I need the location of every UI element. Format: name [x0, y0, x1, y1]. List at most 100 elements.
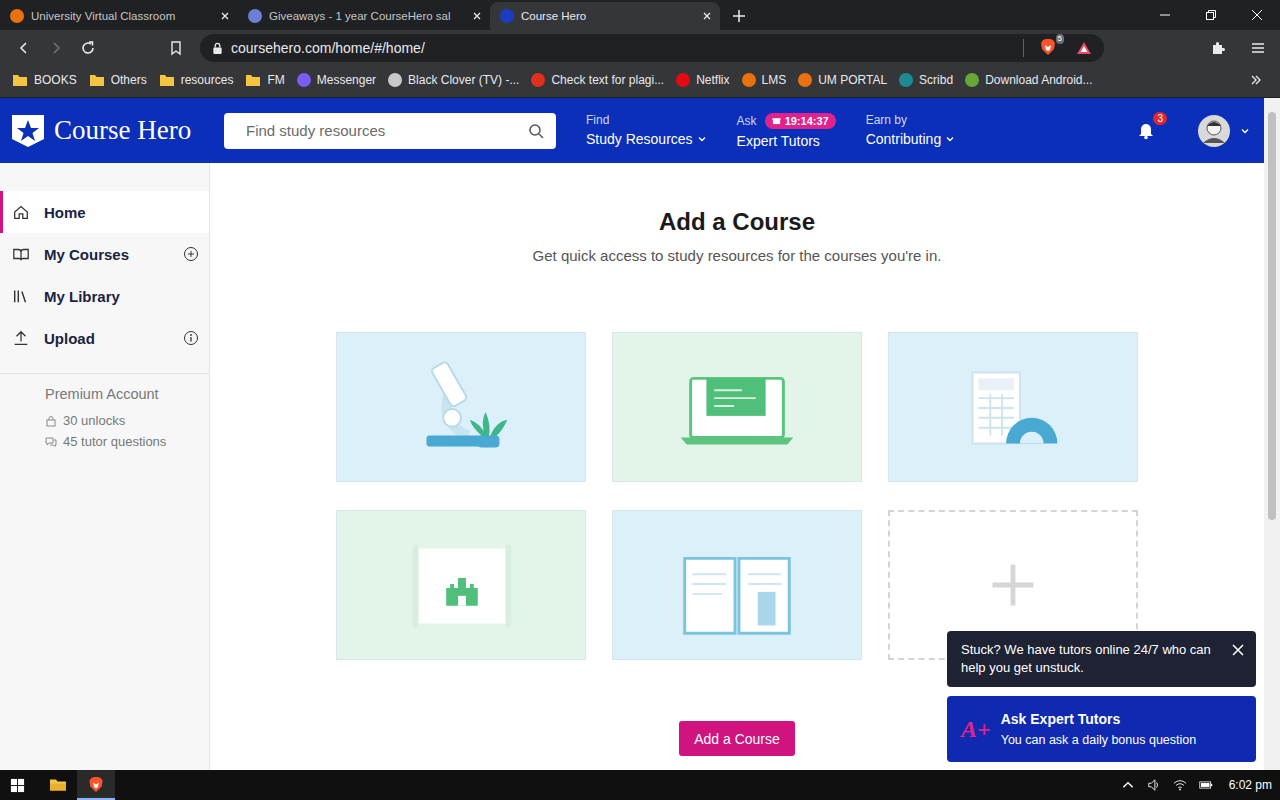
minimize-icon[interactable] [1142, 0, 1188, 30]
close-icon[interactable] [702, 11, 712, 21]
sidebar-item[interactable]: My Courses [0, 233, 209, 275]
bookmark[interactable]: Others [83, 73, 153, 87]
close-window-icon[interactable] [1234, 0, 1280, 30]
bookmark[interactable]: BOOKS [6, 73, 83, 87]
course-card[interactable] [612, 332, 862, 482]
extensions-puzzle-icon[interactable] [1202, 40, 1234, 56]
bookmark[interactable]: LMS [736, 73, 793, 87]
user-avatar[interactable] [1198, 115, 1230, 147]
bookmark[interactable]: Netflix [670, 73, 735, 87]
page-subtitle: Get quick access to study resources for … [533, 247, 942, 264]
bookmark[interactable]: FM [239, 73, 290, 87]
add-circle-icon[interactable] [183, 246, 199, 262]
taskbar-app[interactable] [39, 770, 77, 800]
brave-shields[interactable]: 5 [1040, 38, 1058, 58]
tab-favicon-icon [500, 9, 514, 23]
scrollbar-thumb[interactable] [1268, 112, 1276, 520]
windows-start-icon[interactable] [10, 778, 25, 793]
back-arrow-icon[interactable] [8, 40, 40, 56]
course-hero-logo[interactable]: Course Hero [10, 113, 224, 149]
sidebar-item[interactable]: My Library [0, 275, 209, 317]
forward-arrow-icon[interactable] [40, 40, 72, 56]
tab-label: University Virtual Classroom [31, 10, 213, 22]
scrollbar[interactable] [1264, 98, 1280, 770]
gift-icon [772, 116, 781, 125]
microscope-icon [337, 333, 585, 481]
taskbar-app[interactable] [77, 770, 115, 800]
timer-badge: 19:14:37 [765, 113, 836, 129]
nav-item[interactable]: Ask 19:14:37 Expert Tutors [737, 113, 836, 149]
course-card[interactable] [888, 332, 1138, 482]
brave-lion-icon [87, 776, 105, 793]
bookmark[interactable]: resources [153, 73, 240, 87]
bookmark[interactable]: UM PORTAL [792, 73, 893, 87]
search-field[interactable]: Find study resources [224, 113, 556, 149]
avatar-face-icon [1198, 115, 1230, 147]
folder-icon [12, 73, 28, 87]
sidebar-item[interactable]: Upload [0, 317, 209, 359]
bookmark[interactable]: Check text for plagi... [525, 73, 670, 87]
browser-tab[interactable]: Course Hero [490, 2, 720, 30]
notifications-button[interactable]: 3 [1136, 120, 1158, 142]
calculator-icon [889, 333, 1137, 481]
bookmark[interactable]: Scribd [893, 73, 959, 87]
browser-tab-strip: University Virtual Classroom Giveaways -… [0, 0, 1280, 30]
tab-favicon-icon [10, 9, 24, 23]
plus-icon[interactable] [732, 9, 746, 23]
help-toast: Stuck? We have tutors online 24/7 who ca… [947, 631, 1256, 687]
site-favicon-icon [531, 73, 545, 87]
lock-icon [212, 42, 223, 55]
nav-item[interactable]: Find Study Resources [586, 113, 707, 149]
sidebar: Home My Courses My Library Upload Premiu… [0, 163, 210, 770]
url-text[interactable]: coursehero.com/home/#/home/ [231, 40, 425, 56]
info-icon[interactable] [183, 330, 199, 346]
upload-icon [12, 329, 30, 347]
clock[interactable]: 6:02 pm [1229, 778, 1272, 792]
close-icon[interactable] [472, 11, 482, 21]
book-icon [613, 511, 861, 659]
course-grid [336, 332, 1138, 660]
account-summary: Premium Account 30 unlocks 45 tutor ques… [0, 373, 209, 452]
more-bookmarks-icon[interactable] [1250, 74, 1262, 86]
add-course-button[interactable]: Add a Course [679, 721, 795, 756]
bookmark[interactable]: Messenger [291, 73, 382, 87]
chat-icon [45, 436, 57, 448]
battery-icon[interactable] [1199, 778, 1213, 792]
nav-item[interactable]: Earn by Contributing [866, 113, 956, 149]
brave-lion-icon [1040, 38, 1056, 56]
system-tray: 6:02 pm [1121, 778, 1272, 792]
folder-icon [245, 73, 261, 87]
site-favicon-icon [798, 73, 812, 87]
address-bar[interactable]: coursehero.com/home/#/home/ 5 [200, 34, 1104, 62]
browser-tab[interactable]: University Virtual Classroom [0, 2, 238, 30]
close-icon[interactable] [220, 11, 230, 21]
sidebar-item[interactable]: Home [0, 191, 209, 233]
wifi-icon[interactable] [1173, 778, 1187, 792]
web-page: Course Hero Find study resources Find St… [0, 98, 1280, 770]
chevron-up-icon[interactable] [1121, 778, 1135, 792]
folder-icon [159, 73, 175, 87]
restore-icon[interactable] [1188, 0, 1234, 30]
reload-icon[interactable] [72, 40, 104, 56]
browser-tab[interactable]: Giveaways - 1 year CourseHero sal [238, 2, 490, 30]
ask-tutors-promo[interactable]: A+ Ask Expert Tutors You can ask a daily… [947, 696, 1256, 762]
course-card[interactable] [336, 510, 586, 660]
window-controls [1142, 0, 1280, 30]
menu-icon[interactable] [1242, 40, 1274, 56]
folder-icon [89, 73, 105, 87]
magnifier-icon[interactable] [528, 123, 544, 139]
site-favicon-icon [297, 73, 311, 87]
site-favicon-icon [899, 73, 913, 87]
bookmark[interactable]: Download Android... [959, 73, 1098, 87]
chevron-down-icon[interactable] [1240, 126, 1250, 136]
site-header: Course Hero Find study resources Find St… [0, 98, 1264, 163]
bookmark[interactable]: Black Clover (TV) -... [382, 73, 525, 87]
speaker-icon[interactable] [1147, 778, 1161, 792]
course-card[interactable] [336, 332, 586, 482]
bookmark-icon[interactable] [160, 40, 192, 56]
close-icon[interactable] [1232, 644, 1244, 656]
a-plus-icon: A+ [961, 716, 991, 743]
rewards-triangle-icon[interactable] [1076, 41, 1092, 55]
course-card[interactable] [612, 510, 862, 660]
star-shield-icon [10, 113, 46, 149]
